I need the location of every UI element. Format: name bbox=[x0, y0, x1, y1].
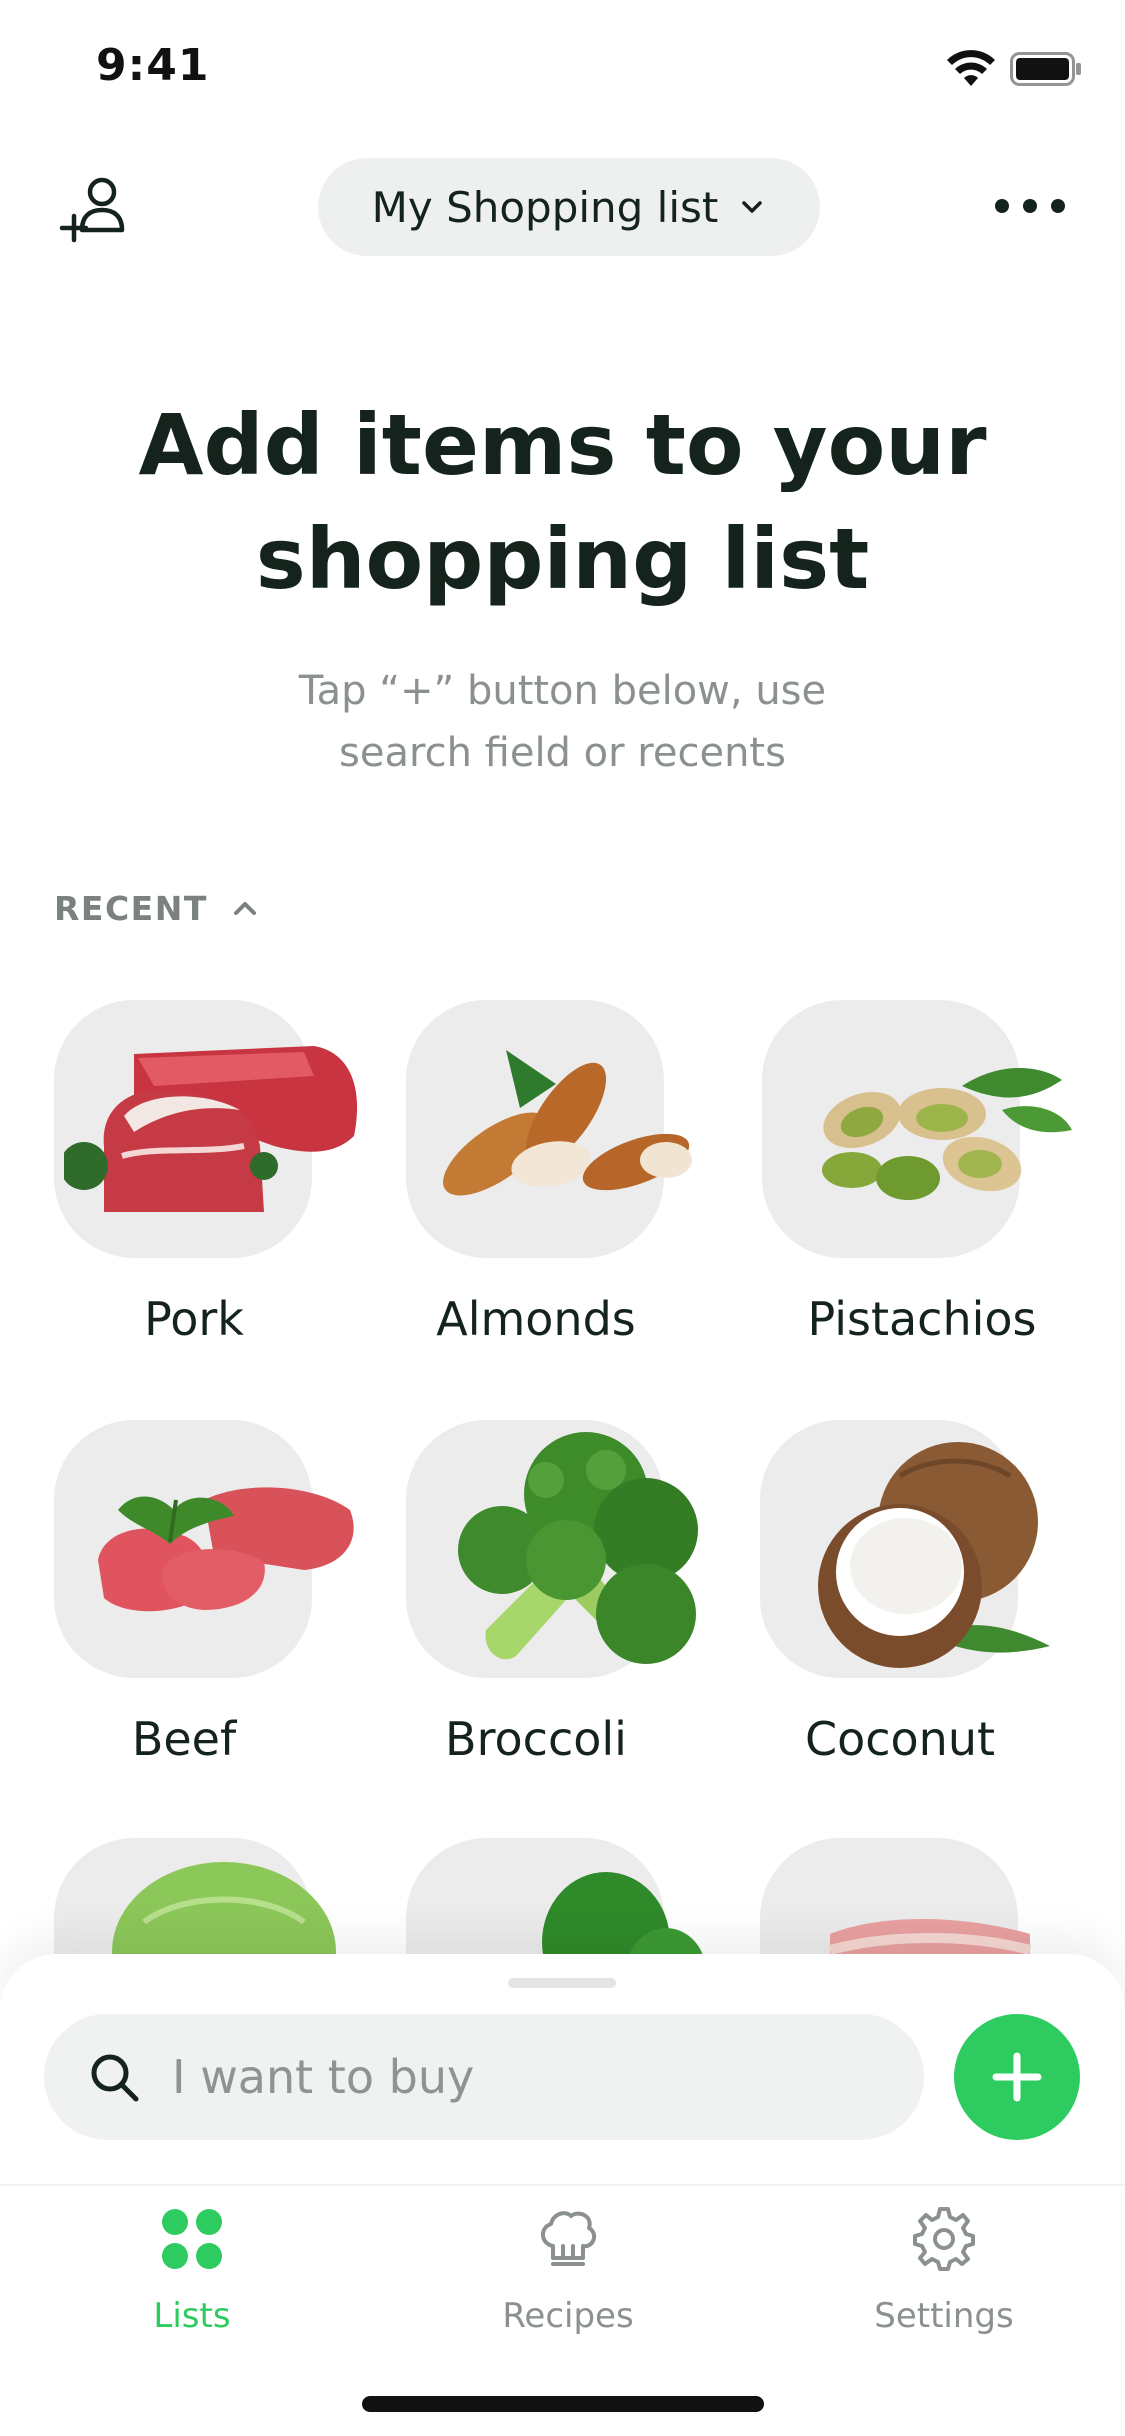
recent-item-spinach[interactable] bbox=[406, 1838, 736, 1960]
tab-lists[interactable]: Lists bbox=[42, 2206, 342, 2346]
spinach-image bbox=[542, 1872, 705, 1960]
coconut-image bbox=[818, 1442, 1050, 1668]
recent-item-broccoli[interactable]: Broccoli bbox=[406, 1420, 736, 1820]
recent-grid: Pork Almonds Pistachios Beef Broccoli Co… bbox=[0, 0, 1125, 1960]
recent-item-beef[interactable]: Beef bbox=[54, 1420, 384, 1820]
almonds-image bbox=[443, 1050, 692, 1196]
item-label: Pork bbox=[144, 1292, 244, 1346]
plus-icon bbox=[992, 2052, 1042, 2102]
beef-image bbox=[98, 1487, 354, 1612]
search-icon bbox=[91, 2054, 139, 2102]
broccoli-image bbox=[458, 1432, 698, 1664]
item-label: Pistachios bbox=[807, 1292, 1037, 1346]
home-indicator bbox=[362, 2396, 764, 2412]
add-item-button[interactable] bbox=[954, 2014, 1080, 2140]
recent-item-bacon[interactable] bbox=[760, 1838, 1090, 1960]
recent-item-lettuce[interactable] bbox=[54, 1838, 384, 1960]
lettuce-image bbox=[112, 1862, 336, 1960]
bottom-sheet: Lists Recipes Settings bbox=[0, 1954, 1125, 2436]
tab-label: Recipes bbox=[502, 2296, 634, 2336]
recent-item-coconut[interactable]: Coconut bbox=[760, 1420, 1090, 1820]
tab-bar-divider bbox=[0, 2184, 1125, 2186]
bacon-image bbox=[828, 1919, 1032, 1960]
item-label: Almonds bbox=[436, 1292, 636, 1346]
tab-recipes[interactable]: Recipes bbox=[418, 2206, 718, 2346]
recent-item-pistachios[interactable]: Pistachios bbox=[762, 1000, 1092, 1400]
grid-icon bbox=[162, 2209, 222, 2269]
pork-image bbox=[64, 1046, 358, 1212]
tab-label: Lists bbox=[153, 2296, 231, 2336]
item-label: Beef bbox=[131, 1712, 237, 1766]
search-input[interactable] bbox=[172, 2050, 872, 2104]
sheet-drag-handle[interactable] bbox=[508, 1978, 616, 1988]
gear-icon bbox=[913, 2207, 975, 2271]
search-field[interactable] bbox=[44, 2014, 924, 2140]
item-label: Coconut bbox=[804, 1712, 996, 1766]
recent-item-almonds[interactable]: Almonds bbox=[406, 1000, 736, 1400]
pistachios-image bbox=[822, 1068, 1072, 1200]
chef-hat-icon bbox=[541, 2211, 597, 2266]
tab-label: Settings bbox=[874, 2296, 1014, 2336]
item-label: Broccoli bbox=[445, 1712, 627, 1766]
recent-item-pork[interactable]: Pork bbox=[54, 1000, 384, 1400]
tab-settings[interactable]: Settings bbox=[794, 2206, 1094, 2346]
